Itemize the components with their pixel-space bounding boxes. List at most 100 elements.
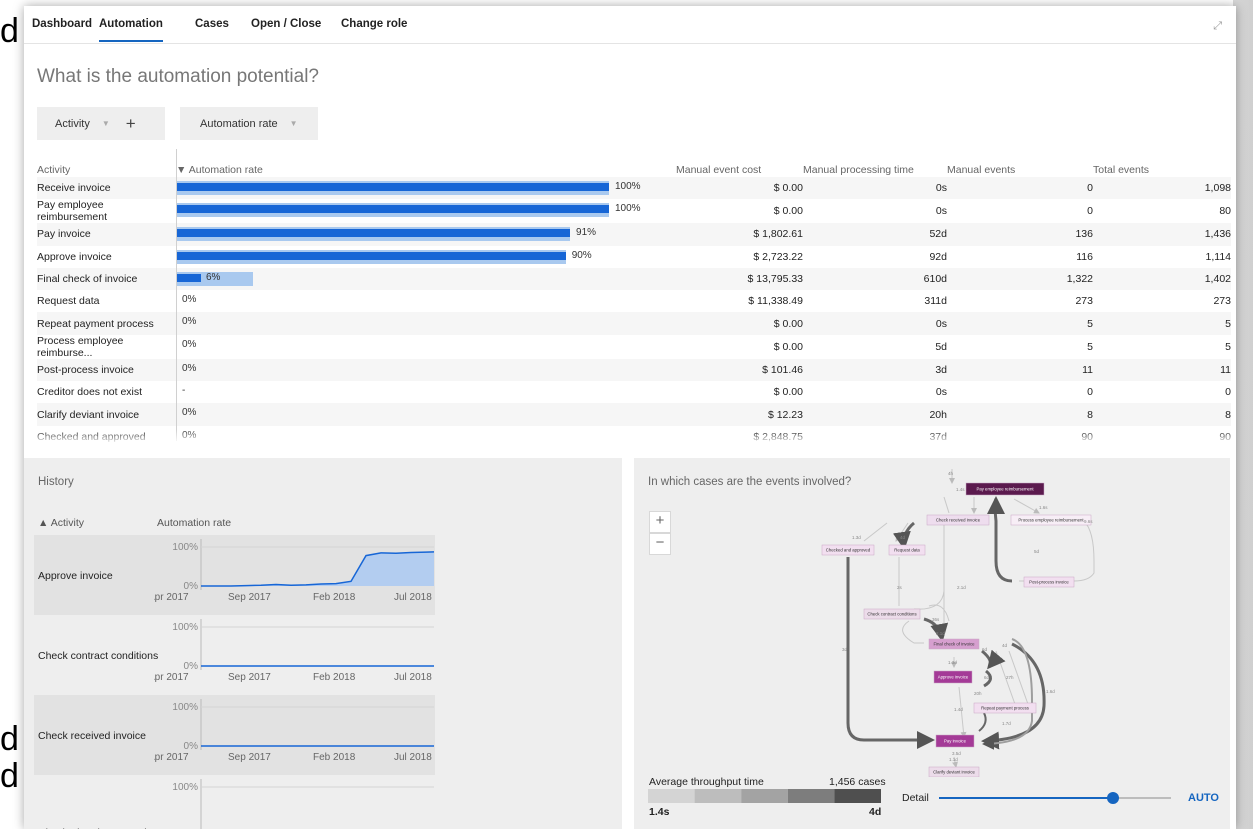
tab-dashboard[interactable]: Dashboard xyxy=(32,18,92,30)
svg-text:36s: 36s xyxy=(932,617,940,622)
automation-rate-dropdown[interactable]: Automation rate ▼ xyxy=(180,107,318,140)
process-node-label: Request data xyxy=(894,548,920,553)
detail-slider[interactable] xyxy=(939,792,1171,804)
header-manual-processing-time[interactable]: Manual processing time xyxy=(803,162,947,177)
table-row[interactable]: Clarify deviant invoice 0% $ 12.23 20h 8 8 xyxy=(37,403,1231,426)
table-row[interactable]: Repeat payment process 0% $ 0.00 0s 5 5 xyxy=(37,312,1231,335)
total-events-cell: 1,436 xyxy=(1093,223,1231,246)
table-row[interactable]: Pay invoice 91% $ 1,802.61 52d 136 1,436 xyxy=(37,223,1231,246)
legend-cases: 1,456 cases xyxy=(829,776,886,788)
header-automation-rate[interactable]: ▼ Automation rate xyxy=(176,162,676,177)
history-row[interactable]: Check received invoice 100% 0%Apr 2017 Sep … xyxy=(34,695,435,775)
tab-open-close[interactable]: Open / Close xyxy=(251,18,321,30)
manual-time-cell: 52d xyxy=(803,223,947,246)
history-panel: History ▲ Activity Automation rate Appro… xyxy=(24,458,622,829)
history-row-label: Check received invoice xyxy=(38,730,146,742)
manual-cost-cell: $ 12.23 xyxy=(676,403,803,426)
table-fade xyxy=(24,430,1236,444)
table-row[interactable]: Final check of invoice 6% $ 13,795.33 610d 1… xyxy=(37,267,1231,291)
x-tick-label: Feb 2018 xyxy=(313,592,356,603)
manual-cost-cell: $ 0.00 xyxy=(773,386,803,399)
zoom-out-button[interactable]: − xyxy=(649,533,671,555)
activity-cell: Creditor does not exist xyxy=(37,386,143,399)
manual-events-cell: 0 xyxy=(947,177,1093,200)
x-tick-label: Jul 2018 xyxy=(394,752,432,763)
process-node: Pay employee reimbursement xyxy=(965,482,1045,496)
add-dimension-button[interactable]: + xyxy=(126,114,136,134)
history-row[interactable]: Check contract conditions 100% 0%Apr 2017 S… xyxy=(34,615,435,695)
svg-text:1.4s: 1.4s xyxy=(956,487,965,492)
tab-automation[interactable]: Automation xyxy=(99,18,163,42)
svg-text:4d: 4d xyxy=(1002,643,1008,648)
process-node: Process employee reimbursement xyxy=(1010,514,1092,526)
table-header: Activity ▼ Automation rate Manual event … xyxy=(37,162,1231,177)
tab-change-role[interactable]: Change role xyxy=(341,18,407,30)
header-total-events[interactable]: Total events xyxy=(1093,162,1231,177)
activity-dropdown[interactable]: Activity ▼ + xyxy=(37,107,165,140)
rate-label: 0% xyxy=(182,316,197,328)
process-node-label: Clarify deviant invoice xyxy=(933,770,975,775)
y-tick-label: 0% xyxy=(184,581,199,592)
process-node: Repeat payment process xyxy=(973,702,1037,714)
process-node-label: Final check of invoice xyxy=(933,642,975,647)
y-tick-label: 100% xyxy=(172,622,198,633)
page-title: What is the automation potential? xyxy=(37,66,320,87)
background-letter-mid: d xyxy=(0,720,19,758)
table-row[interactable]: Request data 0% $ 11,338.49 311d 273 273 xyxy=(37,290,1231,312)
history-sparkline: 100% 0%Apr 2017 Sep 2017 Feb 2018 Jul 2018 xyxy=(154,619,434,683)
manual-events-cell: 5 xyxy=(1087,340,1093,353)
manual-events-cell: 116 xyxy=(1076,250,1093,263)
process-node-label: Process employee reimbursement xyxy=(1018,518,1084,523)
rate-bar-fill xyxy=(176,183,609,191)
process-map[interactable]: Pay employee reimbursement Check received… xyxy=(784,461,1104,777)
table-row[interactable]: Approve invoice 90% $ 2,723.22 92d 116 1,114 xyxy=(37,246,1231,268)
svg-text:3.5d: 3.5d xyxy=(952,751,961,756)
automation-rate-cell: 90% xyxy=(176,246,676,268)
svg-text:20h: 20h xyxy=(974,691,982,696)
detail-label: Detail xyxy=(902,792,929,804)
total-events-cell: 5 xyxy=(1225,340,1231,353)
detail-slider-handle[interactable] xyxy=(1107,792,1119,804)
process-node: Check contract conditions xyxy=(863,608,921,620)
history-row[interactable]: Approve invoice 100% 0%Apr 2017 Sep 2017 Feb… xyxy=(34,535,435,615)
process-node-label: Checked and approved xyxy=(826,548,871,553)
manual-time-cell: 610d xyxy=(803,267,947,291)
table-row[interactable]: Pay employee reimbursement 100% $ 0.00 0s 0 8… xyxy=(37,199,1231,223)
manual-cost-cell: $ 13,795.33 xyxy=(676,267,803,291)
table-row[interactable]: Post-process invoice 0% $ 101.46 3d 11 11 xyxy=(37,358,1231,382)
rate-label: 100% xyxy=(615,181,641,192)
automation-rate-cell: 6% xyxy=(176,267,676,291)
svg-text:5d: 5d xyxy=(1034,549,1040,554)
activity-cell: Approve invoice xyxy=(37,250,112,263)
header-manual-event-cost[interactable]: Manual event cost xyxy=(676,162,803,177)
history-row[interactable]: Checked and approved100% xyxy=(34,775,435,829)
process-node: Clarify deviant invoice xyxy=(928,766,980,777)
automation-table: Activity ▼ Automation rate Manual event … xyxy=(37,162,1231,448)
rate-label: 100% xyxy=(615,203,641,215)
svg-text:1.4d: 1.4d xyxy=(954,707,963,712)
column-divider xyxy=(176,149,177,441)
manual-events-cell: 8 xyxy=(947,403,1093,426)
table-row[interactable]: Process employee reimburse... 0% $ 0.00 5d 5… xyxy=(37,335,1231,359)
history-title: History xyxy=(38,476,74,488)
history-sparkline: 100% xyxy=(172,779,434,829)
tab-cases[interactable]: Cases xyxy=(195,18,229,30)
expand-icon[interactable]: ⤢ xyxy=(1213,20,1222,33)
header-activity[interactable]: Activity xyxy=(37,162,176,177)
y-tick-label: 100% xyxy=(172,542,198,553)
background-letter-top: d xyxy=(0,12,19,50)
activity-cell: Receive invoice xyxy=(37,177,176,200)
process-node-label: Repeat payment process xyxy=(981,706,1029,711)
history-activity-header[interactable]: ▲ Activity xyxy=(38,517,84,529)
activity-cell: Pay invoice xyxy=(37,223,176,246)
table-row[interactable]: Receive invoice 100% $ 0.00 0s 0 1,098 xyxy=(37,177,1231,200)
total-events-cell: 0 xyxy=(1225,386,1231,399)
automation-rate-cell: - xyxy=(176,381,676,403)
auto-button[interactable]: AUTO xyxy=(1188,792,1219,804)
manual-time-cell: 0s xyxy=(935,205,947,218)
header-manual-events[interactable]: Manual events xyxy=(947,162,1093,177)
svg-text:1.6s: 1.6s xyxy=(1039,505,1048,510)
throughput-legend-scale xyxy=(648,789,881,803)
table-row[interactable]: Creditor does not exist - $ 0.00 0s 0 0 xyxy=(37,381,1231,403)
zoom-in-button[interactable]: + xyxy=(649,511,671,533)
